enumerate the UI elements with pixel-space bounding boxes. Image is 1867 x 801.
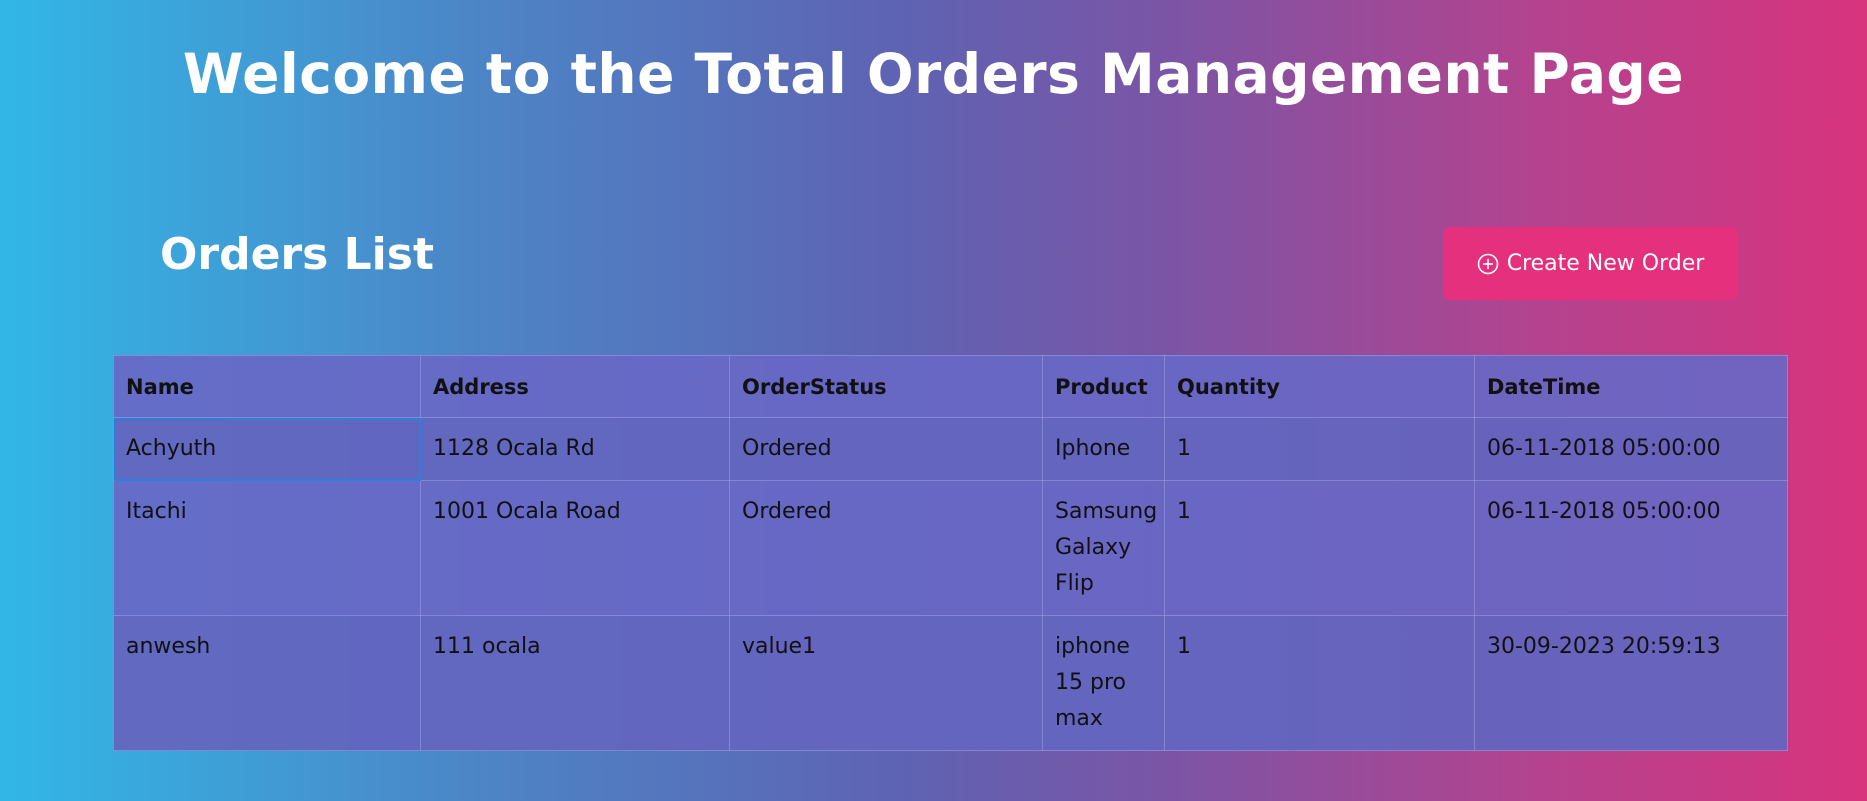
column-header-product[interactable]: Product bbox=[1042, 355, 1165, 418]
table-cell-quantity[interactable]: 1 bbox=[1164, 417, 1475, 481]
table-cell-name[interactable]: anwesh bbox=[113, 615, 421, 751]
orders-list-title: Orders List bbox=[160, 229, 434, 280]
orders-table: Name Address OrderStatus Product Quantit… bbox=[113, 355, 1788, 751]
table-cell-datetime[interactable]: 06-11-2018 05:00:00 bbox=[1474, 417, 1788, 481]
table-header-row: Name Address OrderStatus Product Quantit… bbox=[113, 355, 1788, 418]
table-row[interactable]: Achyuth 1128 Ocala Rd Ordered Iphone 1 0… bbox=[113, 417, 1788, 481]
table-row[interactable]: Itachi 1001 Ocala Road Ordered Samsung G… bbox=[113, 480, 1788, 616]
table-cell-orderstatus[interactable]: value1 bbox=[729, 615, 1043, 751]
orders-table-container: Name Address OrderStatus Product Quantit… bbox=[113, 355, 1788, 751]
table-cell-product[interactable]: Samsung Galaxy Flip bbox=[1042, 480, 1165, 616]
table-cell-orderstatus[interactable]: Ordered bbox=[729, 480, 1043, 616]
table-cell-datetime[interactable]: 30-09-2023 20:59:13 bbox=[1474, 615, 1788, 751]
table-cell-name[interactable]: Itachi bbox=[113, 480, 421, 616]
table-cell-datetime[interactable]: 06-11-2018 05:00:00 bbox=[1474, 480, 1788, 616]
table-cell-address[interactable]: 111 ocala bbox=[420, 615, 730, 751]
column-header-name[interactable]: Name bbox=[113, 355, 421, 418]
column-header-datetime[interactable]: DateTime bbox=[1474, 355, 1788, 418]
page-title: Welcome to the Total Orders Management P… bbox=[182, 42, 1685, 106]
create-new-order-button[interactable]: Create New Order bbox=[1443, 227, 1738, 300]
column-header-address[interactable]: Address bbox=[420, 355, 730, 418]
table-row[interactable]: anwesh 111 ocala value1 iphone 15 pro ma… bbox=[113, 615, 1788, 751]
table-cell-product[interactable]: Iphone bbox=[1042, 417, 1165, 481]
table-cell-quantity[interactable]: 1 bbox=[1164, 480, 1475, 616]
table-cell-address[interactable]: 1001 Ocala Road bbox=[420, 480, 730, 616]
table-cell-address[interactable]: 1128 Ocala Rd bbox=[420, 417, 730, 481]
table-cell-quantity[interactable]: 1 bbox=[1164, 615, 1475, 751]
table-cell-product[interactable]: iphone 15 pro max bbox=[1042, 615, 1165, 751]
table-cell-orderstatus[interactable]: Ordered bbox=[729, 417, 1043, 481]
plus-circle-icon bbox=[1477, 253, 1499, 275]
column-header-orderstatus[interactable]: OrderStatus bbox=[729, 355, 1043, 418]
table-cell-name[interactable]: Achyuth bbox=[113, 417, 421, 481]
create-new-order-label: Create New Order bbox=[1506, 251, 1705, 276]
column-header-quantity[interactable]: Quantity bbox=[1164, 355, 1475, 418]
